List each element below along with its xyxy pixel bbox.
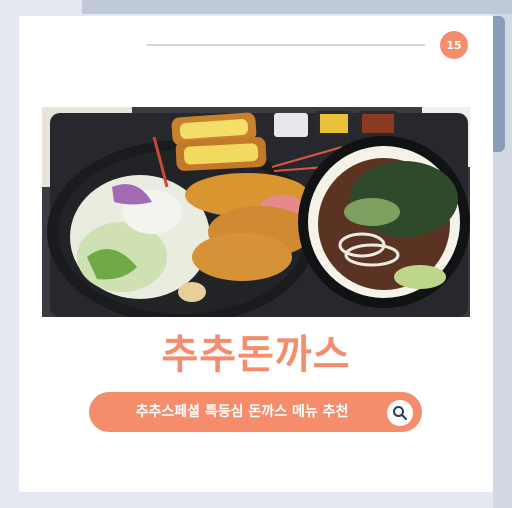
- search-bar[interactable]: 추추스페셜 특등심 돈까스 메뉴 추천: [89, 392, 422, 432]
- search-icon: [393, 406, 407, 420]
- scroll-accent-bar: [493, 16, 505, 152]
- search-query-text: 추추스페셜 특등심 돈까스 메뉴 추천: [135, 404, 349, 420]
- header-divider: [147, 44, 425, 46]
- page-number-badge: 15: [440, 31, 468, 59]
- background-top-band: [82, 0, 512, 14]
- search-button[interactable]: [387, 400, 413, 426]
- tonkatsu-photo-illustration: [42, 107, 470, 317]
- food-photo: [42, 107, 470, 317]
- restaurant-title: 추추돈까스: [161, 332, 351, 378]
